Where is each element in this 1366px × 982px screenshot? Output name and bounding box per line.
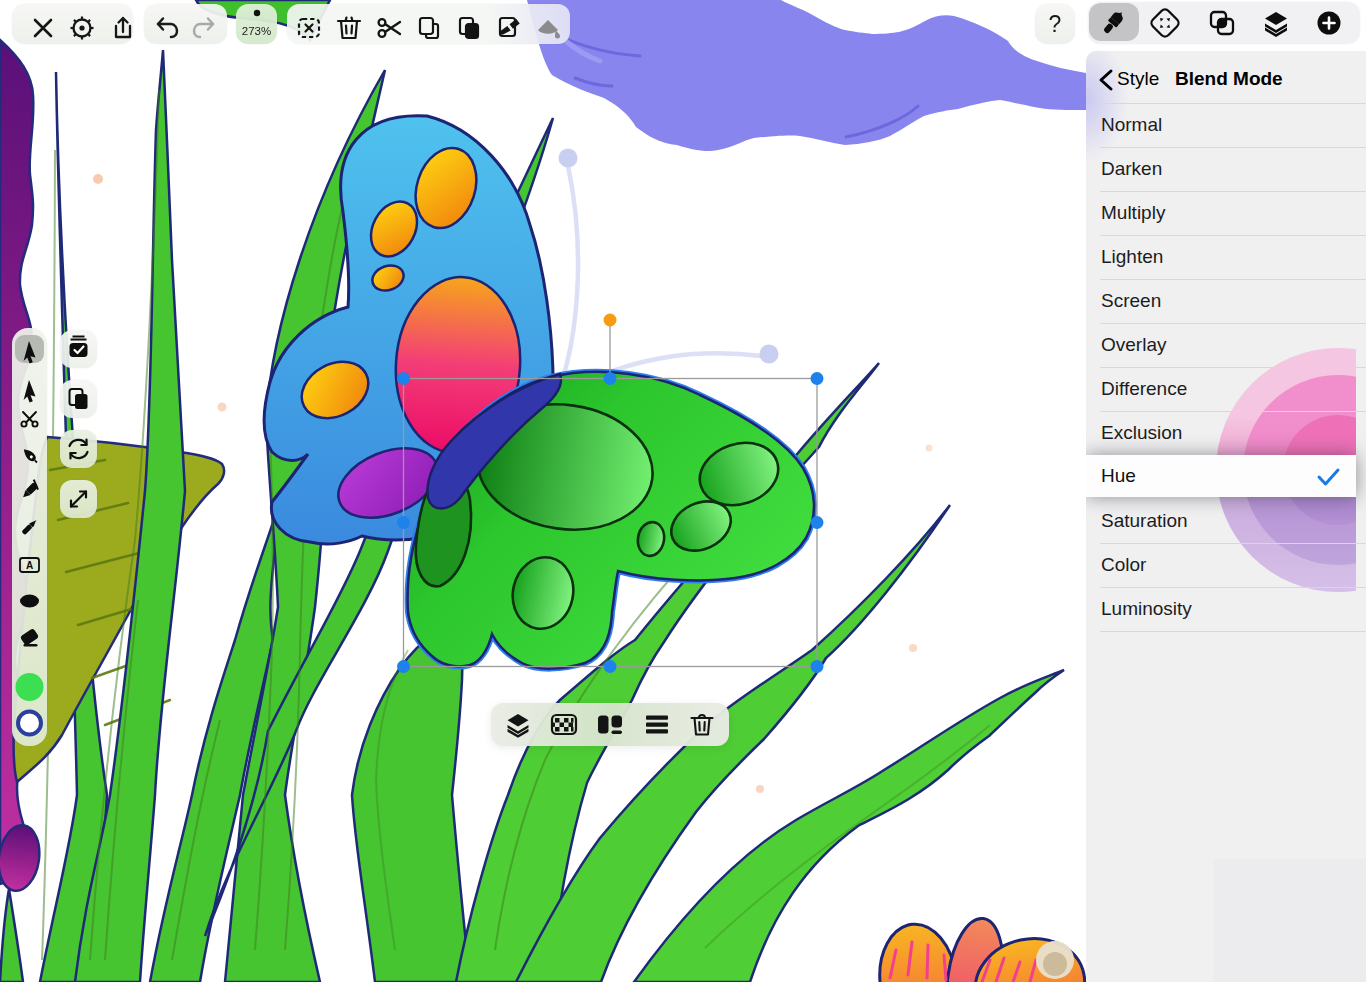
svg-text:A: A [26,560,33,571]
svg-text:273%: 273% [242,25,271,37]
